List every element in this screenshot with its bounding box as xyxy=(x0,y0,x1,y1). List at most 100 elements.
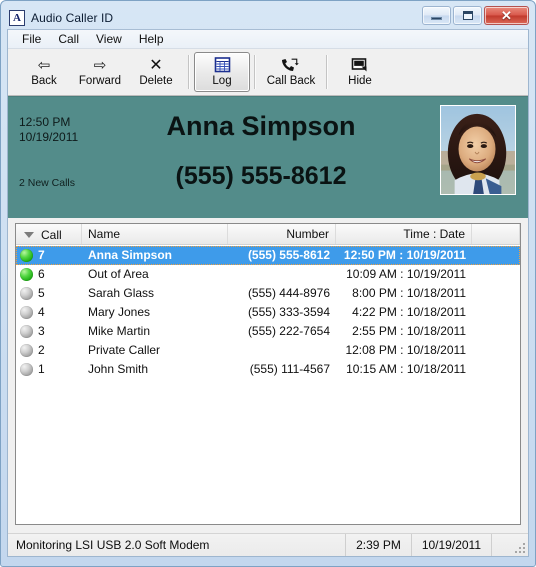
row-call-cell: 6 xyxy=(16,265,82,284)
row-name: John Smith xyxy=(88,362,149,376)
row-call-cell: 4 xyxy=(16,303,82,322)
call-log-header: Call Name Number Time : Date xyxy=(16,224,520,245)
x-delete-glyph: ✕ xyxy=(149,56,163,74)
toolbar-button-call-back[interactable]: Call Back xyxy=(260,52,322,92)
column-header-time-date[interactable]: Time : Date xyxy=(336,224,472,244)
row-call-cell: 3 xyxy=(16,322,82,341)
row-number: (555) 555-8612 xyxy=(247,248,330,262)
table-row[interactable]: 2 Private Caller 12:08 PM : 10/18/2011 xyxy=(16,341,520,360)
row-call-number: 7 xyxy=(38,248,45,262)
toolbar-label-delete: Delete xyxy=(139,75,173,87)
row-call-number: 5 xyxy=(38,286,45,300)
column-header-call-label: Call xyxy=(41,227,62,242)
application-window: A Audio Caller ID ✕ File Call View Help … xyxy=(0,0,536,567)
status-led-old-icon xyxy=(20,306,33,319)
caller-banner: 12:50 PM 10/19/2011 2 New Calls Anna Sim… xyxy=(8,96,528,218)
row-call-number: 2 xyxy=(38,343,45,357)
toolbar-separator-1 xyxy=(188,55,190,89)
menu-bar: File Call View Help xyxy=(8,30,528,49)
row-name: Sarah Glass xyxy=(88,286,155,300)
status-led-new-icon xyxy=(20,268,33,281)
row-call-number: 6 xyxy=(38,267,45,281)
status-date: 10/19/2011 xyxy=(410,534,491,556)
resize-grip-icon[interactable] xyxy=(491,534,528,556)
grid-log-icon xyxy=(214,56,231,74)
toolbar: ⇦ Back ⇨ Forward ✕ Delete Log Call Back … xyxy=(8,49,528,96)
toolbar-label-forward: Forward xyxy=(78,75,122,87)
status-time: 2:39 PM xyxy=(345,534,411,556)
status-led-old-icon xyxy=(20,344,33,357)
phone-callback-icon xyxy=(280,56,302,74)
call-log-list[interactable]: Call Name Number Time : Date 7 Anna Simp… xyxy=(15,223,521,525)
banner-time-date: 12:50 PM 10/19/2011 xyxy=(19,115,78,145)
maximize-button[interactable] xyxy=(453,6,482,25)
minimize-icon xyxy=(431,16,442,20)
banner-caller-name: Anna Simpson xyxy=(166,111,356,141)
row-call-number: 3 xyxy=(38,324,45,338)
x-delete-icon: ✕ xyxy=(149,56,162,74)
left-arrow-glyph: ⇦ xyxy=(37,56,51,74)
row-name: Out of Area xyxy=(88,267,149,281)
status-bar: Monitoring LSI USB 2.0 Soft Modem 2:39 P… xyxy=(8,533,528,556)
caption-buttons: ✕ xyxy=(422,6,529,25)
title-bar[interactable]: A Audio Caller ID ✕ xyxy=(7,6,529,29)
row-call-cell: 2 xyxy=(16,341,82,360)
left-arrow-icon: ⇦ xyxy=(38,56,51,74)
status-led-old-icon xyxy=(20,363,33,376)
banner-date: 10/19/2011 xyxy=(19,130,79,144)
table-row[interactable]: 7 Anna Simpson (555) 555-8612 12:50 PM :… xyxy=(16,246,520,265)
row-call-cell: 5 xyxy=(16,284,82,303)
close-button[interactable]: ✕ xyxy=(484,6,529,25)
right-arrow-glyph: ⇨ xyxy=(93,56,107,74)
row-time-date: 4:22 PM : 10/18/2011 xyxy=(352,305,466,319)
table-row[interactable]: 1 John Smith (555) 111-4567 10:15 AM : 1… xyxy=(16,360,520,379)
row-name: Mary Jones xyxy=(88,305,151,319)
row-time-date: 12:08 PM : 10/18/2011 xyxy=(345,343,466,357)
status-led-old-icon xyxy=(20,325,33,338)
table-row[interactable]: 6 Out of Area 10:09 AM : 10/19/2011 xyxy=(16,265,520,284)
column-header-number[interactable]: Number xyxy=(228,224,336,244)
right-arrow-icon: ⇨ xyxy=(94,56,107,74)
banner-time: 12:50 PM xyxy=(19,115,71,129)
toolbar-label-back: Back xyxy=(31,75,57,87)
row-call-number: 4 xyxy=(38,305,45,319)
status-led-new-icon xyxy=(20,249,33,262)
caller-photo xyxy=(440,105,516,195)
toolbar-label-hide: Hide xyxy=(348,75,372,87)
column-header-call[interactable]: Call xyxy=(16,224,82,244)
client-area: File Call View Help ⇦ Back ⇨ Forward ✕ D… xyxy=(7,29,529,557)
toolbar-button-hide[interactable]: Hide xyxy=(332,52,388,92)
column-header-extra[interactable] xyxy=(472,224,520,244)
monitor-hide-icon xyxy=(351,56,369,74)
menu-item-call[interactable]: Call xyxy=(50,31,88,48)
row-time-date: 2:55 PM : 10/18/2011 xyxy=(352,324,466,338)
minimize-button[interactable] xyxy=(422,6,451,25)
row-name: Private Caller xyxy=(88,343,161,357)
new-calls-count: 2 New Calls xyxy=(19,177,76,189)
row-number: (555) 333-3594 xyxy=(247,305,330,319)
toolbar-separator-3 xyxy=(326,55,328,89)
row-time-date: 8:00 PM : 10/18/2011 xyxy=(352,286,466,300)
row-number: (555) 444-8976 xyxy=(247,286,330,300)
toolbar-button-delete[interactable]: ✕ Delete xyxy=(128,52,184,92)
status-message: Monitoring LSI USB 2.0 Soft Modem xyxy=(16,538,210,552)
row-time-date: 12:50 PM : 10/19/2011 xyxy=(343,248,466,262)
menu-item-view[interactable]: View xyxy=(88,31,131,48)
call-log-rows: 7 Anna Simpson (555) 555-8612 12:50 PM :… xyxy=(16,245,520,379)
menu-item-help[interactable]: Help xyxy=(131,31,173,48)
sort-descending-icon xyxy=(24,232,34,238)
column-header-name[interactable]: Name xyxy=(82,224,228,244)
row-call-number: 1 xyxy=(38,362,45,376)
menu-item-file[interactable]: File xyxy=(14,31,50,48)
table-row[interactable]: 5 Sarah Glass (555) 444-8976 8:00 PM : 1… xyxy=(16,284,520,303)
row-call-cell: 1 xyxy=(16,360,82,379)
row-number: (555) 222-7654 xyxy=(247,324,330,338)
window-frame-inner: A Audio Caller ID ✕ File Call View Help … xyxy=(1,1,535,566)
toolbar-button-log[interactable]: Log xyxy=(194,52,250,92)
table-row[interactable]: 4 Mary Jones (555) 333-3594 4:22 PM : 10… xyxy=(16,303,520,322)
row-call-cell: 7 xyxy=(16,246,82,265)
table-row[interactable]: 3 Mike Martin (555) 222-7654 2:55 PM : 1… xyxy=(16,322,520,341)
close-icon: ✕ xyxy=(501,7,512,23)
toolbar-button-back[interactable]: ⇦ Back xyxy=(16,52,72,92)
toolbar-button-forward[interactable]: ⇨ Forward xyxy=(72,52,128,92)
